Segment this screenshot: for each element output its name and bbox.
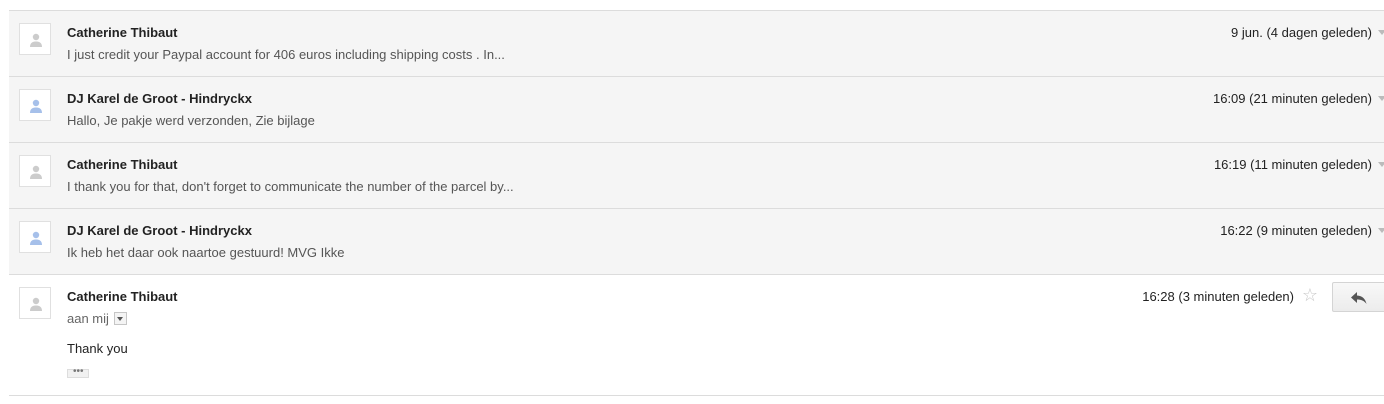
message-sender: Catherine Thibaut xyxy=(67,25,178,40)
message-snippet: I thank you for that, don't forget to co… xyxy=(67,179,514,194)
chevron-down-icon[interactable] xyxy=(1378,96,1384,101)
message-sender: DJ Karel de Groot - Hindryckx xyxy=(67,91,252,106)
message-date: 9 jun. (4 dagen geleden) xyxy=(1231,25,1372,40)
show-details-dropdown[interactable] xyxy=(113,312,127,326)
person-icon xyxy=(30,99,42,113)
ellipsis-icon: ••• xyxy=(73,366,84,377)
message-date: 16:19 (11 minuten geleden) xyxy=(1213,157,1372,172)
message-snippet: I just credit your Paypal account for 40… xyxy=(67,47,505,62)
person-icon xyxy=(30,231,42,245)
message-date: 16:22 (9 minuten geleden) xyxy=(1220,223,1372,238)
chevron-down-icon[interactable] xyxy=(1378,162,1384,167)
chevron-down-icon[interactable] xyxy=(1378,228,1384,233)
expanded-message: Catherine Thibaut aan mij 16:28 (3 minut… xyxy=(9,274,1384,396)
message-sender: Catherine Thibaut xyxy=(67,157,178,172)
message-date: 16:28 (3 minuten geleden) xyxy=(1142,289,1294,304)
star-icon[interactable]: ☆ xyxy=(1302,286,1318,304)
person-icon xyxy=(30,33,42,47)
chevron-down-icon[interactable] xyxy=(1378,30,1384,35)
collapsed-message[interactable]: DJ Karel de Groot - Hindryckx Hallo, Je … xyxy=(9,76,1384,142)
avatar xyxy=(19,89,51,121)
message-snippet: Ik heb het daar ook naartoe gestuurd! MV… xyxy=(67,245,345,260)
collapsed-message[interactable]: Catherine Thibaut I thank you for that, … xyxy=(9,142,1384,208)
reply-button[interactable] xyxy=(1332,282,1384,312)
recipient-label: aan mij xyxy=(67,311,109,326)
reply-arrow-icon xyxy=(1351,292,1367,304)
collapsed-message[interactable]: DJ Karel de Groot - Hindryckx Ik heb het… xyxy=(9,208,1384,274)
message-body: Thank you xyxy=(67,341,128,356)
show-trimmed-content-button[interactable]: ••• xyxy=(67,366,89,378)
message-sender: DJ Karel de Groot - Hindryckx xyxy=(67,223,252,238)
avatar xyxy=(19,155,51,187)
recipient-line: aan mij xyxy=(67,311,127,326)
avatar xyxy=(19,221,51,253)
person-icon xyxy=(30,165,42,179)
message-date: 16:09 (21 minuten geleden) xyxy=(1212,91,1372,106)
collapsed-message[interactable]: Catherine Thibaut I just credit your Pay… xyxy=(9,10,1384,76)
message-sender: Catherine Thibaut xyxy=(67,289,178,304)
conversation-thread: Catherine Thibaut I just credit your Pay… xyxy=(9,10,1384,396)
avatar xyxy=(19,287,51,319)
person-icon xyxy=(30,297,42,311)
avatar xyxy=(19,23,51,55)
message-snippet: Hallo, Je pakje werd verzonden, Zie bijl… xyxy=(67,113,315,128)
